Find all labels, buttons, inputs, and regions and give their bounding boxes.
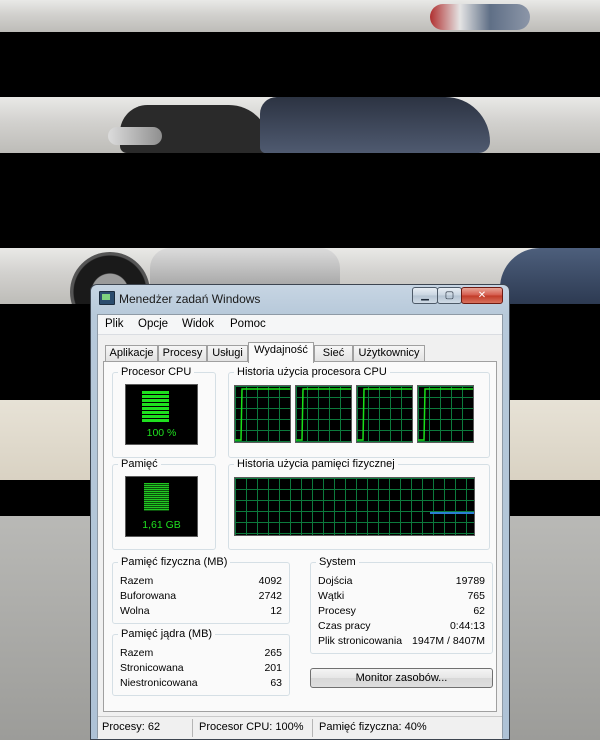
kernel-memory-row: Stronicowana 201 xyxy=(120,662,282,674)
memory-history-group: Historia użycia pamięci fizycznej xyxy=(228,458,490,550)
task-manager-window: Menedżer zadań Windows ▁ ▢ ✕ Plik Opcje … xyxy=(90,284,510,740)
physical-memory-group: Pamięć fizyczna (MB) Razem 4092 Buforowan… xyxy=(112,556,290,624)
system-row: Procesy 62 xyxy=(318,605,485,617)
status-separator xyxy=(312,719,313,737)
cpu-history-label: Historia użycia procesora CPU xyxy=(234,366,390,378)
window-client: Plik Opcje Widok Pomoc Aplikacje Procesy… xyxy=(97,314,503,739)
tab-applications[interactable]: Aplikacje xyxy=(105,345,158,362)
kernel-memory-row: Niestronicowana 63 xyxy=(120,677,282,689)
system-row: Wątki 765 xyxy=(318,590,485,602)
cpu-history-graph-core-4 xyxy=(417,385,474,443)
cpu-usage-meter: 100 % xyxy=(125,384,198,445)
system-row: Dojścia 19789 xyxy=(318,575,485,587)
status-processes: Procesy: 62 xyxy=(102,721,161,733)
minimize-button[interactable]: ▁ xyxy=(412,287,438,304)
wallpaper-strip xyxy=(0,0,600,32)
status-memory: Pamięć fizyczna: 40% xyxy=(319,721,427,733)
cpu-history-line xyxy=(357,388,412,441)
status-separator xyxy=(192,719,193,737)
system-row: Czas pracy 0:44:13 xyxy=(318,620,485,632)
cpu-history-line xyxy=(235,388,290,441)
memory-usage-meter: 1,61 GB xyxy=(125,476,198,537)
wallpaper-strip xyxy=(0,97,600,153)
wallpaper-strip xyxy=(0,153,600,248)
tab-users[interactable]: Użytkownicy xyxy=(353,345,425,362)
memory-history-graph xyxy=(234,477,475,536)
system-title: System xyxy=(316,556,359,568)
wallpaper-strip xyxy=(0,32,600,97)
memory-usage-group: Pamięć 1,61 GB xyxy=(112,458,216,550)
tab-services[interactable]: Usługi xyxy=(207,345,248,362)
title-bar[interactable]: Menedżer zadań Windows ▁ ▢ ✕ xyxy=(91,285,509,313)
physical-memory-row: Razem 4092 xyxy=(120,575,282,587)
kernel-memory-row: Razem 265 xyxy=(120,647,282,659)
cpu-usage-value: 100 % xyxy=(146,427,177,439)
cpu-usage-group: Procesor CPU 100 % xyxy=(112,366,216,458)
memory-meter-bars xyxy=(144,483,169,511)
tab-performance[interactable]: Wydajność xyxy=(248,342,314,363)
system-group: System Dojścia 19789 Wątki 765 Procesy 62 C… xyxy=(310,556,493,654)
menu-bar: Plik Opcje Widok Pomoc xyxy=(98,315,502,335)
cpu-history-graph-core-2 xyxy=(295,385,352,443)
menu-help[interactable]: Pomoc xyxy=(230,318,266,330)
status-bar: Procesy: 62 Procesor CPU: 100% Pamięć fi… xyxy=(98,716,502,739)
tab-processes[interactable]: Procesy xyxy=(158,345,207,362)
system-row: Plik stronicowania 1947M / 8407M xyxy=(318,635,485,647)
kernel-memory-title: Pamięć jądra (MB) xyxy=(118,628,216,640)
cpu-history-group: Historia użycia procesora CPU xyxy=(228,366,490,458)
physical-memory-title: Pamięć fizyczna (MB) xyxy=(118,556,231,568)
maximize-button[interactable]: ▢ xyxy=(437,287,462,304)
physical-memory-row: Buforowana 2742 xyxy=(120,590,282,602)
memory-usage-label: Pamięć xyxy=(118,458,161,470)
close-button[interactable]: ✕ xyxy=(461,287,503,304)
window-title: Menedżer zadań Windows xyxy=(119,292,261,306)
physical-memory-row: Wolna 12 xyxy=(120,605,282,617)
memory-usage-value: 1,61 GB xyxy=(142,519,181,531)
cpu-usage-label: Procesor CPU xyxy=(118,366,195,378)
cpu-history-graph-core-1 xyxy=(234,385,291,443)
cpu-meter-bars xyxy=(142,391,169,423)
cpu-history-line xyxy=(296,388,351,441)
menu-options[interactable]: Opcje xyxy=(138,318,168,330)
memory-history-label: Historia użycia pamięci fizycznej xyxy=(234,458,398,470)
cpu-history-graph-core-3 xyxy=(356,385,413,443)
menu-file[interactable]: Plik xyxy=(105,318,124,330)
menu-view[interactable]: Widok xyxy=(182,318,214,330)
tab-network[interactable]: Sieć xyxy=(314,345,353,362)
kernel-memory-group: Pamięć jądra (MB) Razem 265 Stronicowana 2… xyxy=(112,628,290,696)
status-cpu: Procesor CPU: 100% xyxy=(199,721,304,733)
cpu-history-line xyxy=(418,388,473,441)
resource-monitor-button[interactable]: Monitor zasobów... xyxy=(310,668,493,688)
performance-panel: Procesor CPU 100 % Historia użycia proce… xyxy=(103,361,497,712)
task-manager-icon xyxy=(99,291,115,305)
